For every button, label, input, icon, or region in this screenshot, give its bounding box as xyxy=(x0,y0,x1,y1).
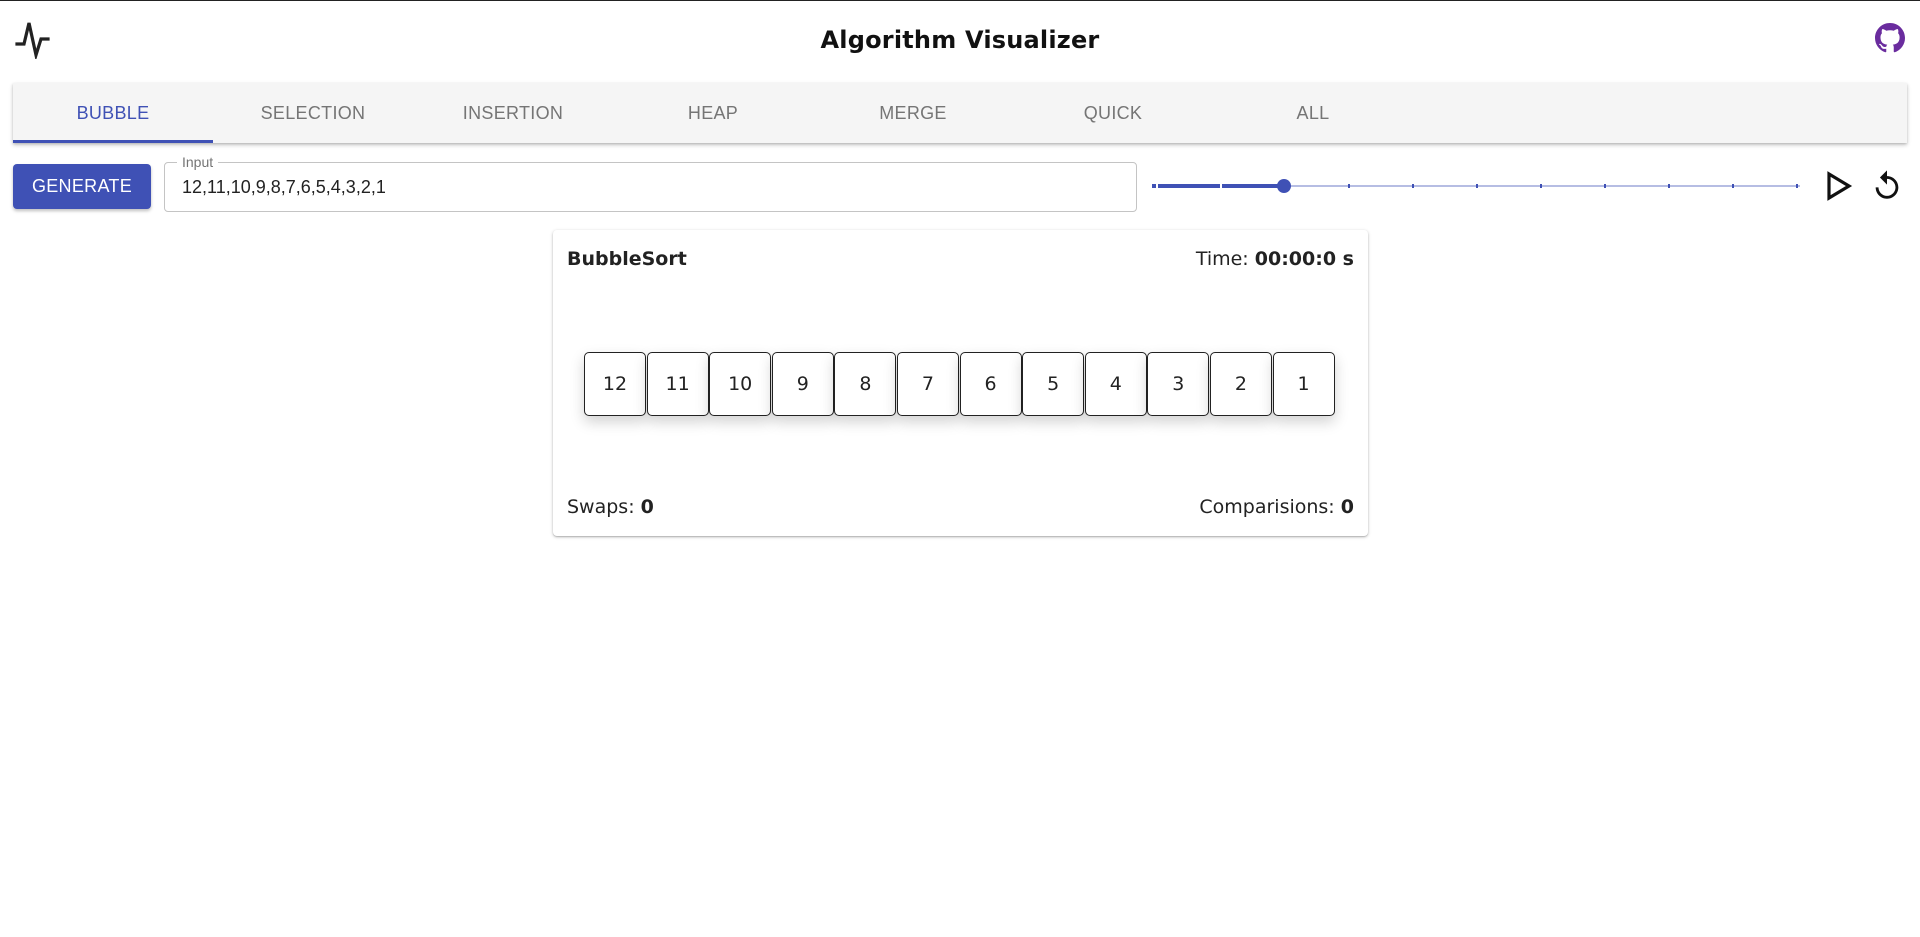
speed-slider[interactable] xyxy=(1152,174,1800,198)
swaps-label: Swaps: xyxy=(567,496,635,518)
array-cell: 3 xyxy=(1147,352,1210,416)
slider-thumb[interactable] xyxy=(1277,179,1291,193)
slider-step-mark xyxy=(1668,184,1670,188)
tab-heap[interactable]: HEAP xyxy=(613,83,813,143)
slider-step-mark xyxy=(1348,184,1350,188)
comparisons-label: Comparisions: xyxy=(1199,496,1335,518)
comparisons-value: 0 xyxy=(1340,496,1354,518)
swaps-stat: Swaps: 0 xyxy=(567,496,654,518)
tab-all[interactable]: ALL xyxy=(1213,83,1413,143)
swaps-value: 0 xyxy=(640,496,654,518)
comparisons-stat: Comparisions: 0 xyxy=(1199,496,1354,518)
array-cell: 1 xyxy=(1272,352,1335,416)
time-label: Time: xyxy=(1195,248,1249,270)
array-cell: 7 xyxy=(896,352,959,416)
array-cells: 12 11 10 9 8 7 6 5 4 3 2 1 xyxy=(584,352,1335,416)
array-cell: 2 xyxy=(1209,352,1272,416)
array-cell: 8 xyxy=(834,352,897,416)
github-icon[interactable] xyxy=(1875,23,1905,53)
array-cell: 12 xyxy=(584,352,646,416)
active-tab-indicator xyxy=(13,140,213,143)
slider-step-mark xyxy=(1540,184,1542,188)
card-title: BubbleSort xyxy=(567,248,687,270)
timer: Time: 00:00:0 s xyxy=(1196,248,1354,270)
tab-bubble[interactable]: BUBBLE xyxy=(13,83,213,143)
sort-card: BubbleSort Time: 00:00:0 s 12 11 10 9 8 … xyxy=(553,230,1368,536)
tab-insertion[interactable]: INSERTION xyxy=(413,83,613,143)
replay-icon[interactable] xyxy=(1870,169,1904,203)
array-cell: 11 xyxy=(646,352,709,416)
slider-step-mark xyxy=(1220,184,1222,188)
array-cell: 5 xyxy=(1022,352,1085,416)
slider-step-mark xyxy=(1604,184,1606,188)
slider-step-mark xyxy=(1796,184,1798,188)
slider-step-mark xyxy=(1476,184,1478,188)
array-input[interactable] xyxy=(182,173,1112,201)
tab-quick[interactable]: QUICK xyxy=(1013,83,1213,143)
slider-step-mark xyxy=(1732,184,1734,188)
algorithm-tabs: BUBBLE SELECTION INSERTION HEAP MERGE QU… xyxy=(13,83,1907,143)
input-field: Input xyxy=(164,154,1137,212)
app-header: Algorithm Visualizer xyxy=(0,1,1920,81)
app-title: Algorithm Visualizer xyxy=(820,26,1100,54)
slider-track xyxy=(1152,184,1284,188)
array-cell: 10 xyxy=(709,352,772,416)
time-value: 00:00:0 s xyxy=(1254,248,1354,270)
array-cell: 9 xyxy=(771,352,834,416)
play-icon[interactable] xyxy=(1822,170,1854,202)
array-cell: 4 xyxy=(1084,352,1147,416)
slider-step-mark xyxy=(1412,184,1414,188)
generate-button[interactable]: GENERATE xyxy=(13,164,151,209)
tab-merge[interactable]: MERGE xyxy=(813,83,1013,143)
slider-step-mark xyxy=(1156,184,1158,188)
array-cell: 6 xyxy=(959,352,1022,416)
input-field-label: Input xyxy=(177,154,219,170)
tab-selection[interactable]: SELECTION xyxy=(213,83,413,143)
